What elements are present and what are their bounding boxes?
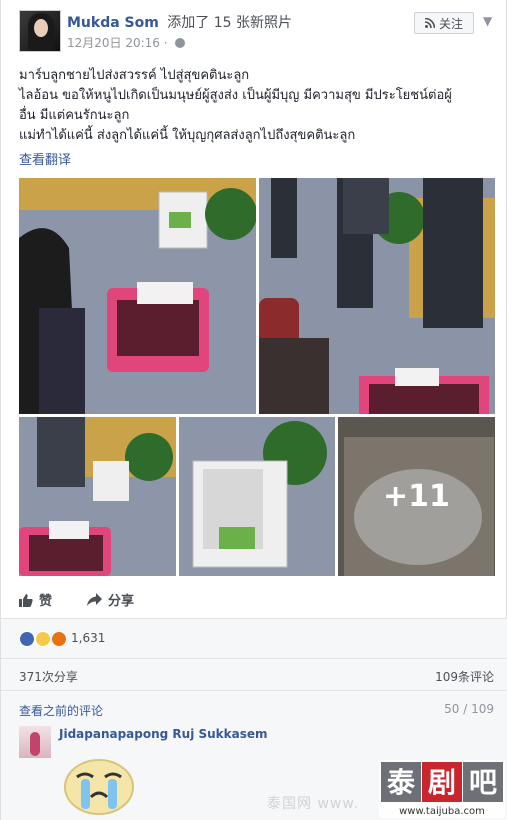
photo-3-image bbox=[19, 417, 176, 576]
follow-label: 关注 bbox=[438, 16, 463, 31]
more-photos-overlay[interactable]: +11 bbox=[338, 417, 495, 576]
view-previous-comments-link[interactable]: 查看之前的评论 bbox=[19, 702, 103, 719]
avatar-face bbox=[34, 19, 48, 37]
post-text: มาร์บลูกชายไปส่งสวรรค์ ไปสู่สุขคตินะลูก … bbox=[19, 66, 497, 146]
photo-1-image bbox=[19, 178, 256, 414]
post-text-line: แม่ทำได้แค่นี้ ส่งลูกได้แค่นี้ ให้บุญกุศ… bbox=[19, 128, 356, 143]
svg-text:剧: 剧 bbox=[428, 766, 456, 799]
watermark-site-text: 泰国网 www. bbox=[267, 796, 359, 812]
translate-link[interactable]: 查看翻译 bbox=[19, 149, 71, 168]
photo-2[interactable] bbox=[259, 178, 495, 414]
comment-count[interactable]: 109条评论 bbox=[435, 668, 494, 685]
post-text-line: มาร์บลูกชายไปส่งสวรรค์ ไปสู่สุขคตินะลูก bbox=[19, 68, 250, 83]
crying-emoji-sticker bbox=[64, 759, 134, 815]
svg-text:吧: 吧 bbox=[469, 766, 497, 799]
author-name[interactable]: Mukda Som bbox=[67, 15, 159, 31]
angry-reaction-icon bbox=[51, 631, 67, 647]
commenter-avatar[interactable] bbox=[19, 726, 51, 758]
photo-1[interactable] bbox=[19, 178, 256, 414]
reaction-count[interactable]: 1,631 bbox=[71, 631, 105, 645]
like-button[interactable]: 赞 bbox=[19, 590, 52, 609]
stats-bar: 371次分享 109条评论 bbox=[1, 658, 507, 691]
author-line: Mukda Som 添加了 15 张新照片 bbox=[67, 12, 292, 32]
post-card: Mukda Som 添加了 15 张新照片 12月20日 20:16 · 关注 … bbox=[0, 0, 507, 820]
share-button[interactable]: 分享 bbox=[87, 590, 134, 609]
follow-button[interactable]: 关注 bbox=[414, 12, 474, 34]
post-header: Mukda Som 添加了 15 张新照片 12月20日 20:16 · 关注 … bbox=[19, 10, 499, 54]
rss-icon bbox=[424, 18, 435, 28]
share-count[interactable]: 371次分享 bbox=[19, 668, 78, 685]
globe-icon bbox=[175, 38, 186, 48]
action-bar: 赞 分享 bbox=[19, 590, 495, 614]
like-reaction-icon bbox=[19, 631, 35, 647]
sad-reaction-icon bbox=[35, 631, 51, 647]
commenter-name[interactable]: Jidapanapapong Ruj Sukkasem bbox=[59, 727, 268, 741]
photo-4[interactable] bbox=[179, 417, 335, 576]
photo-5[interactable]: +11 bbox=[338, 417, 495, 576]
photo-3[interactable] bbox=[19, 417, 176, 576]
photo-grid: +11 bbox=[19, 178, 495, 576]
photo-4-image bbox=[179, 417, 335, 576]
photo-2-image bbox=[259, 178, 495, 414]
share-arrow-icon bbox=[87, 593, 102, 606]
share-label: 分享 bbox=[108, 594, 135, 609]
previous-comments-bar: 查看之前的评论 50 / 109 bbox=[1, 690, 507, 723]
author-avatar[interactable] bbox=[19, 10, 61, 52]
chevron-down-icon[interactable]: ▼ bbox=[483, 14, 492, 28]
thumbs-up-icon bbox=[19, 593, 33, 607]
post-action-text: 添加了 15 张新照片 bbox=[167, 15, 293, 31]
post-text-line: ไลอ้อน ขอให้หนูไปเกิดเป็นมนุษย์ผู้สูงส่ง… bbox=[19, 88, 452, 103]
avatar-figure bbox=[30, 732, 40, 756]
watermark-logo: 泰 剧 吧 www.taijuba.com bbox=[379, 760, 505, 818]
like-label: 赞 bbox=[39, 594, 53, 609]
post-meta: 12月20日 20:16 · bbox=[67, 34, 186, 51]
svg-text:www.taijuba.com: www.taijuba.com bbox=[399, 806, 485, 817]
reactions-bar: 1,631 bbox=[1, 618, 507, 659]
comment-pager: 50 / 109 bbox=[444, 702, 494, 716]
svg-text:泰: 泰 bbox=[387, 766, 416, 799]
post-timestamp[interactable]: 12月20日 20:16 · bbox=[67, 36, 168, 50]
post-text-line: อื่น มีแต่คนรักนะลูก bbox=[19, 108, 130, 123]
